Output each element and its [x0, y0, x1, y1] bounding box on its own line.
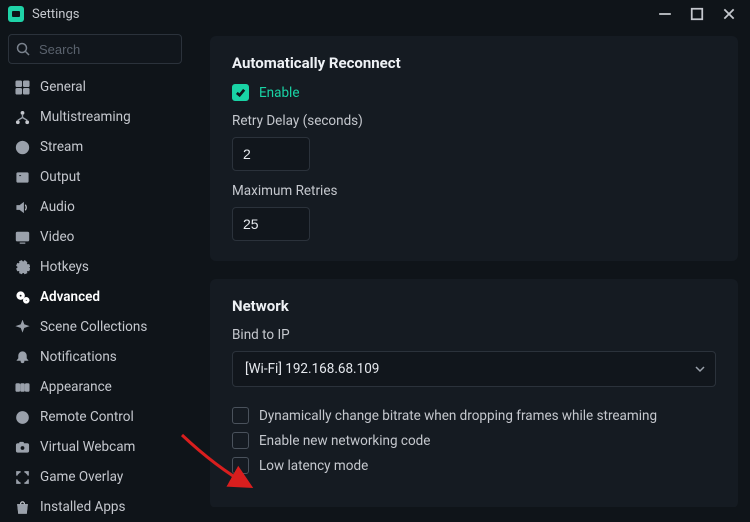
power-icon [14, 409, 30, 425]
sidebar-item-label: Notifications [40, 349, 117, 365]
max-retries-label: Maximum Retries [232, 183, 716, 199]
sidebar-item-virtual-webcam[interactable]: Virtual Webcam [6, 432, 184, 462]
close-button[interactable] [722, 7, 736, 21]
settings-panel: Automatically Reconnect Enable Retry Del… [190, 28, 750, 507]
sidebar-item-label: Multistreaming [40, 109, 131, 125]
sidebar-item-label: Appearance [40, 379, 112, 395]
dynamic-bitrate-checkbox[interactable]: Dynamically change bitrate when dropping… [232, 407, 716, 424]
sidebar-item-label: Video [40, 229, 74, 245]
sidebar-item-label: Virtual Webcam [40, 439, 135, 455]
bind-ip-select[interactable]: [Wi-Fi] 192.168.68.109 [232, 351, 716, 387]
sidebar-item-label: Remote Control [40, 409, 134, 425]
sidebar-item-video[interactable]: Video [6, 222, 184, 252]
sidebar: General Multistreaming Stream Output Audio Vi… [0, 28, 190, 507]
minimize-button[interactable] [658, 7, 672, 21]
speaker-icon [14, 199, 30, 215]
maximize-button[interactable] [690, 7, 704, 21]
window-title: Settings [32, 7, 79, 22]
sidebar-item-stream[interactable]: Stream [6, 132, 184, 162]
app-logo-icon [8, 6, 24, 22]
cogs-icon [14, 289, 30, 305]
section-title: Automatically Reconnect [232, 54, 716, 72]
sidebar-item-label: Output [40, 169, 81, 185]
sidebar-item-label: Hotkeys [40, 259, 89, 275]
sidebar-item-label: General [40, 79, 86, 95]
output-icon [14, 169, 30, 185]
sparkle-icon [14, 319, 30, 335]
search-input[interactable] [8, 34, 182, 64]
sidebar-item-remote-control[interactable]: Remote Control [6, 402, 184, 432]
titlebar: Settings [0, 0, 750, 28]
sidebar-item-label: Game Overlay [40, 469, 123, 485]
swatches-icon [14, 379, 30, 395]
max-retries-input[interactable] [232, 207, 310, 241]
enable-reconnect-checkbox[interactable]: Enable [232, 84, 716, 101]
network-section: Network Bind to IP [Wi-Fi] 192.168.68.10… [210, 279, 738, 507]
sidebar-item-game-overlay[interactable]: Game Overlay [6, 462, 184, 492]
expand-icon [14, 469, 30, 485]
checkbox-icon [232, 407, 249, 424]
sidebar-item-multistreaming[interactable]: Multistreaming [6, 102, 184, 132]
checkbox-icon [232, 432, 249, 449]
sidebar-item-notifications[interactable]: Notifications [6, 342, 184, 372]
sidebar-item-output[interactable]: Output [6, 162, 184, 192]
bell-icon [14, 349, 30, 365]
globe-icon [14, 139, 30, 155]
section-title: Network [232, 297, 716, 315]
retry-delay-input[interactable] [232, 137, 310, 171]
sidebar-item-label: Advanced [40, 289, 100, 305]
sidebar-item-advanced[interactable]: Advanced [6, 282, 184, 312]
sidebar-item-hotkeys[interactable]: Hotkeys [6, 252, 184, 282]
sidebar-item-scene-collections[interactable]: Scene Collections [6, 312, 184, 342]
sidebar-item-label: Stream [40, 139, 83, 155]
bag-icon [14, 499, 30, 515]
new-networking-checkbox[interactable]: Enable new networking code [232, 432, 716, 449]
search-icon [16, 42, 30, 56]
gear-icon [14, 259, 30, 275]
sidebar-item-appearance[interactable]: Appearance [6, 372, 184, 402]
checkbox-label: Dynamically change bitrate when dropping… [259, 408, 657, 424]
checkbox-label: Enable new networking code [259, 433, 430, 449]
sidebar-item-installed-apps[interactable]: Installed Apps [6, 492, 184, 522]
low-latency-checkbox[interactable]: Low latency mode [232, 457, 716, 474]
monitor-icon [14, 229, 30, 245]
select-value: [Wi-Fi] 192.168.68.109 [245, 361, 379, 377]
checkbox-label: Enable [259, 85, 300, 101]
checkbox-icon [232, 84, 249, 101]
bind-ip-label: Bind to IP [232, 327, 716, 343]
checkbox-label: Low latency mode [259, 458, 368, 474]
sidebar-item-label: Installed Apps [40, 499, 125, 515]
grid-icon [14, 79, 30, 95]
camera-icon [14, 439, 30, 455]
sidebar-item-audio[interactable]: Audio [6, 192, 184, 222]
checkbox-icon [232, 457, 249, 474]
sidebar-item-label: Scene Collections [40, 319, 147, 335]
sidebar-item-general[interactable]: General [6, 72, 184, 102]
chevron-down-icon [694, 363, 706, 375]
sidebar-item-label: Audio [40, 199, 75, 215]
fork-icon [14, 109, 30, 125]
retry-delay-label: Retry Delay (seconds) [232, 113, 716, 129]
auto-reconnect-section: Automatically Reconnect Enable Retry Del… [210, 36, 738, 261]
